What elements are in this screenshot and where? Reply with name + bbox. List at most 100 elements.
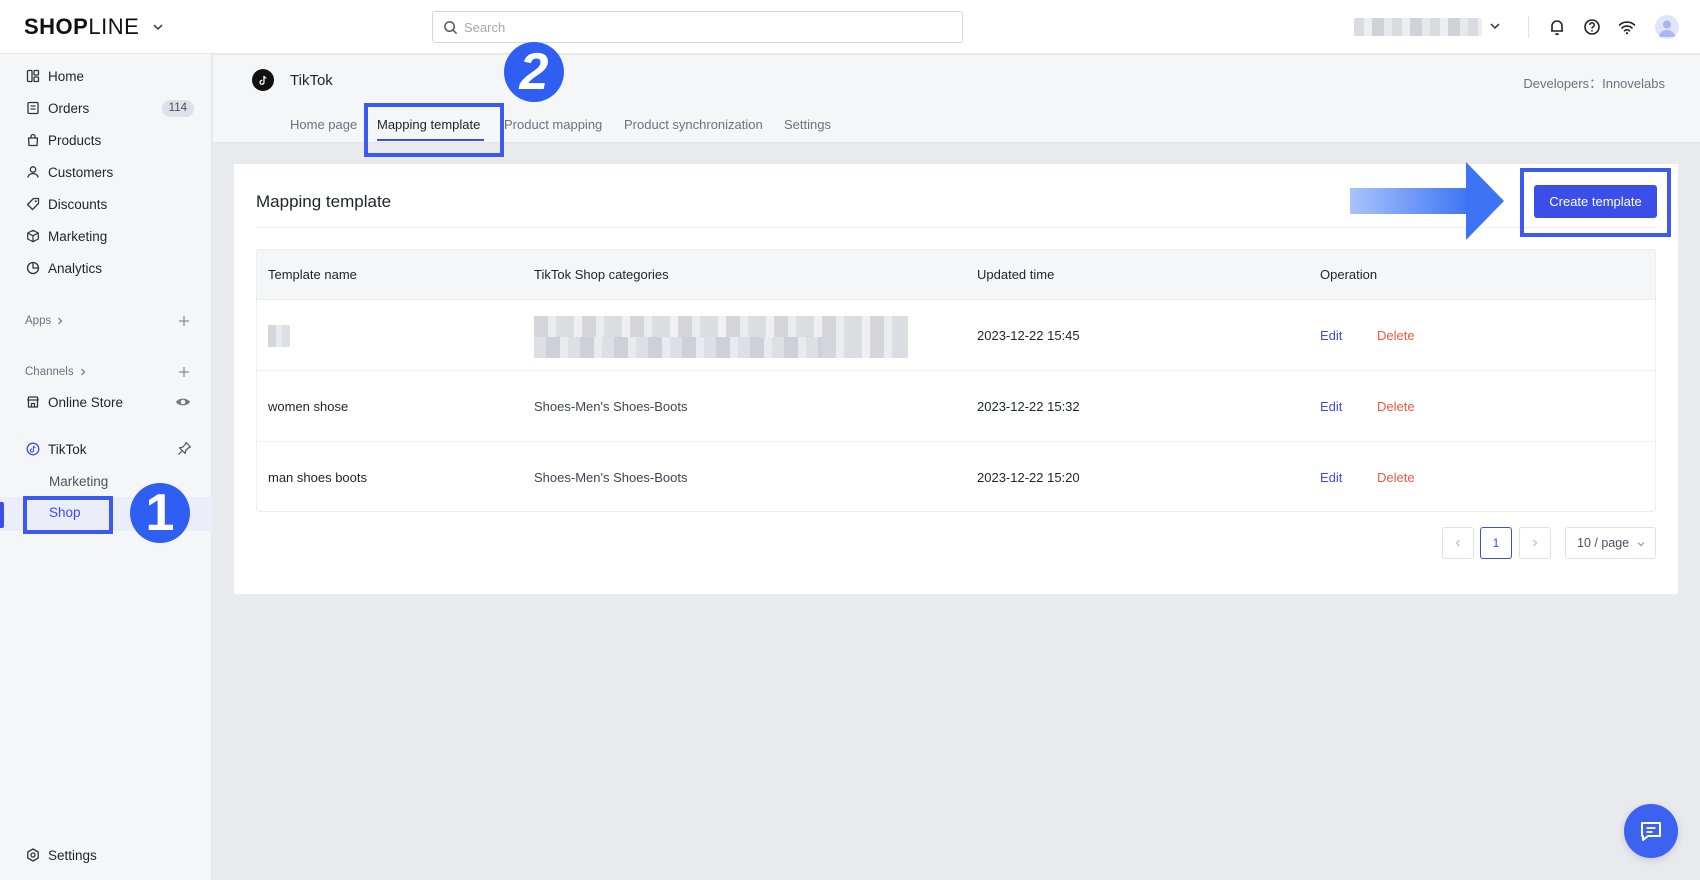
apps-section-label[interactable]: Apps: [25, 315, 64, 327]
store-icon: [27, 396, 39, 408]
table-row: man shoes boots Shoes-Men's Shoes-Boots …: [257, 442, 1655, 513]
add-channel-icon[interactable]: [178, 366, 190, 378]
person-icon: [27, 166, 39, 178]
annotation-arrow: [1350, 188, 1470, 214]
tab-settings[interactable]: Settings: [784, 117, 831, 132]
help-icon[interactable]: [1582, 17, 1602, 37]
add-app-icon[interactable]: [178, 315, 190, 327]
column-header-updated-time: Updated time: [977, 267, 1055, 282]
sidebar-item-label: Online Store: [48, 394, 124, 410]
pagination-next-button[interactable]: [1519, 527, 1551, 559]
chevron-right-icon: [58, 317, 63, 325]
template-name-blurred: [268, 325, 290, 347]
channels-label: Channels: [25, 366, 74, 378]
sidebar-item-orders[interactable]: Orders 114: [0, 93, 212, 123]
pagination-prev-button[interactable]: [1442, 527, 1474, 559]
orders-icon: [27, 101, 39, 115]
delete-link[interactable]: Delete: [1377, 399, 1415, 414]
search-bar[interactable]: [432, 11, 963, 43]
column-header-categories: TikTok Shop categories: [534, 267, 669, 282]
delete-link[interactable]: Delete: [1377, 470, 1415, 485]
sidebar-item-analytics[interactable]: Analytics: [0, 253, 212, 283]
sidebar-item-label: Products: [48, 132, 102, 148]
category: Shoes-Men's Shoes-Boots: [534, 470, 688, 485]
page-size-value: 10 / page: [1577, 536, 1630, 550]
sidebar-item-label: Analytics: [48, 260, 103, 276]
table-row: 2023-12-22 15:45 Edit Delete: [257, 300, 1655, 371]
sidebar-item-label: Customers: [48, 164, 114, 180]
top-bar: SHOP LINE: [0, 0, 1700, 54]
bell-icon[interactable]: [1547, 17, 1567, 37]
apps-label: Apps: [25, 315, 52, 327]
bag-icon: [27, 133, 39, 147]
tab-home-page[interactable]: Home page: [290, 117, 357, 132]
tab-product-mapping[interactable]: Product mapping: [504, 117, 602, 132]
template-name: women shose: [268, 399, 349, 414]
edit-link[interactable]: Edit: [1320, 470, 1342, 485]
chevron-right-icon: [1533, 539, 1538, 547]
category-blurred: [534, 316, 908, 358]
home-icon: [26, 69, 40, 83]
chat-icon: [1641, 822, 1661, 841]
template-name: man shoes boots: [268, 470, 368, 485]
sidebar-item-label: Discounts: [48, 196, 108, 212]
sidebar-item-label: Settings: [48, 847, 97, 863]
search-input[interactable]: [464, 19, 944, 35]
sidebar-item-customers[interactable]: Customers: [0, 157, 212, 187]
annotation-highlight-create: [1520, 168, 1671, 237]
cube-icon: [27, 229, 39, 243]
sidebar-item-settings[interactable]: Settings: [0, 840, 212, 870]
eye-icon[interactable]: [175, 394, 191, 410]
chat-button[interactable]: [1624, 804, 1678, 858]
chevron-right-icon: [80, 368, 85, 376]
column-header-template-name: Template name: [268, 267, 357, 282]
edit-link[interactable]: Edit: [1320, 328, 1342, 343]
sidebar-item-discounts[interactable]: Discounts: [0, 189, 212, 219]
chevron-down-icon[interactable]: [1488, 19, 1502, 33]
active-indicator: [0, 502, 4, 528]
logo-bold-text: SHOP: [24, 14, 89, 39]
tiktok-channel-icon: [26, 442, 40, 456]
divider: [1528, 16, 1529, 38]
user-avatar-icon: [1659, 20, 1675, 37]
sidebar-item-label: Orders: [48, 100, 90, 116]
sidebar-item-marketing[interactable]: Marketing: [0, 221, 212, 251]
shopline-logo[interactable]: SHOP LINE: [24, 14, 165, 40]
sidebar-item-label: Home: [48, 68, 85, 84]
channels-section-label[interactable]: Channels: [25, 366, 87, 378]
chevron-left-icon: [1455, 539, 1460, 547]
delete-link[interactable]: Delete: [1377, 328, 1415, 343]
annotation-highlight-tab: [364, 103, 504, 157]
category: Shoes-Men's Shoes-Boots: [534, 399, 688, 414]
column-header-operation: Operation: [1320, 267, 1378, 282]
orders-count-badge: 114: [161, 100, 194, 117]
annotation-arrow-head: [1466, 162, 1504, 240]
page-title: TikTok: [290, 72, 333, 89]
step-1-badge: 1: [130, 483, 190, 543]
sidebar-subitem-marketing[interactable]: Marketing: [49, 474, 108, 489]
pin-icon[interactable]: [177, 441, 192, 456]
table-header: Template name TikTok Shop categories Upd…: [257, 250, 1655, 300]
chevron-down-icon[interactable]: [151, 20, 165, 34]
tiktok-logo: [252, 69, 274, 91]
logo-light-text: LINE: [88, 14, 140, 39]
wifi-icon[interactable]: [1617, 17, 1637, 37]
page-size-select[interactable]: 10 / page: [1565, 527, 1656, 559]
gear-icon: [27, 848, 39, 862]
sidebar-item-products[interactable]: Products: [0, 125, 212, 155]
step-2-badge: 2: [504, 42, 564, 102]
chevron-down-icon: [1637, 542, 1645, 547]
store-name-blurred[interactable]: [1354, 18, 1482, 36]
annotation-highlight-shop: [23, 496, 113, 534]
templates-table: Template name TikTok Shop categories Upd…: [256, 249, 1656, 512]
sidebar-item-label: Marketing: [48, 228, 108, 244]
table-row: women shose Shoes-Men's Shoes-Boots 2023…: [257, 371, 1655, 442]
pie-chart-icon: [26, 261, 40, 275]
pagination-page-1[interactable]: 1: [1480, 527, 1512, 559]
updated-time: 2023-12-22 15:45: [977, 328, 1080, 343]
avatar[interactable]: [1655, 15, 1679, 39]
sidebar-item-home[interactable]: Home: [0, 61, 212, 91]
updated-time: 2023-12-22 15:20: [977, 470, 1080, 485]
edit-link[interactable]: Edit: [1320, 399, 1342, 414]
tab-product-synchronization[interactable]: Product synchronization: [624, 117, 763, 132]
